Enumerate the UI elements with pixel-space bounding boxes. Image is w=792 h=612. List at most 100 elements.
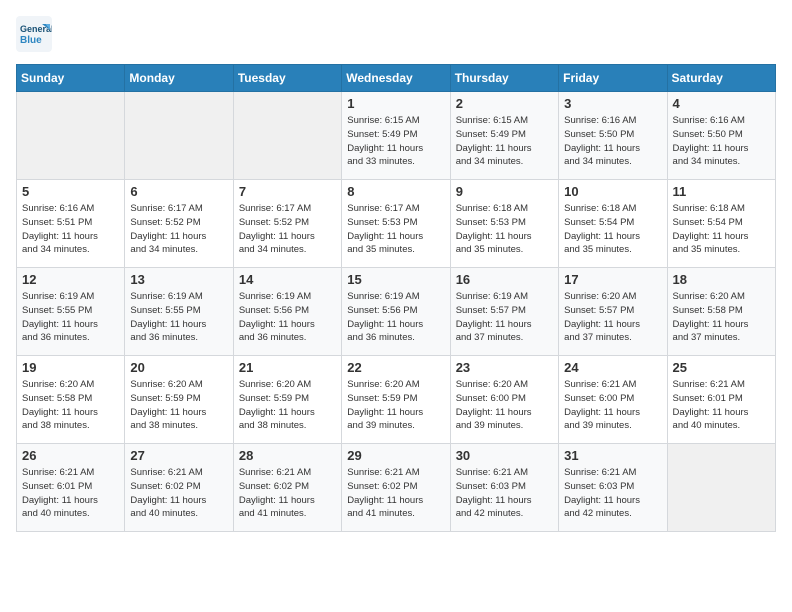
day-info: Sunrise: 6:21 AM Sunset: 6:02 PM Dayligh… — [347, 466, 444, 521]
calendar-cell — [667, 444, 775, 532]
calendar-week-row: 5 Sunrise: 6:16 AM Sunset: 5:51 PM Daylig… — [17, 180, 776, 268]
calendar-cell: 17Sunrise: 6:20 AM Sunset: 5:57 PM Dayli… — [559, 268, 667, 356]
calendar-cell: 6 Sunrise: 6:17 AM Sunset: 5:52 PM Daylig… — [125, 180, 233, 268]
day-number: 19 — [22, 360, 119, 375]
calendar-cell — [233, 92, 341, 180]
day-number: 10 — [564, 184, 661, 199]
day-number: 17 — [564, 272, 661, 287]
calendar-cell: 1 Sunrise: 6:15 AM Sunset: 5:49 PM Daylig… — [342, 92, 450, 180]
day-number: 8 — [347, 184, 444, 199]
day-info: Sunrise: 6:17 AM Sunset: 5:52 PM Dayligh… — [239, 202, 336, 257]
weekday-header: Monday — [125, 65, 233, 92]
day-info: Sunrise: 6:18 AM Sunset: 5:54 PM Dayligh… — [564, 202, 661, 257]
calendar-cell: 24 Sunrise: 6:21 AM Sunset: 6:00 PM Dayli… — [559, 356, 667, 444]
calendar-week-row: 12Sunrise: 6:19 AM Sunset: 5:55 PM Dayli… — [17, 268, 776, 356]
day-info: Sunrise: 6:20 AM Sunset: 5:58 PM Dayligh… — [22, 378, 119, 433]
calendar-cell: 16Sunrise: 6:19 AM Sunset: 5:57 PM Dayli… — [450, 268, 558, 356]
calendar-cell: 25Sunrise: 6:21 AM Sunset: 6:01 PM Dayli… — [667, 356, 775, 444]
calendar-cell: 20 Sunrise: 6:20 AM Sunset: 5:59 PM Dayli… — [125, 356, 233, 444]
day-number: 28 — [239, 448, 336, 463]
page-header: General Blue — [16, 16, 776, 52]
day-info: Sunrise: 6:20 AM Sunset: 5:59 PM Dayligh… — [130, 378, 227, 433]
day-info: Sunrise: 6:20 AM Sunset: 5:58 PM Dayligh… — [673, 290, 770, 345]
weekday-header: Wednesday — [342, 65, 450, 92]
weekday-header: Friday — [559, 65, 667, 92]
day-info: Sunrise: 6:20 AM Sunset: 6:00 PM Dayligh… — [456, 378, 553, 433]
day-info: Sunrise: 6:20 AM Sunset: 5:59 PM Dayligh… — [347, 378, 444, 433]
day-number: 6 — [130, 184, 227, 199]
calendar-table: SundayMondayTuesdayWednesdayThursdayFrid… — [16, 64, 776, 532]
day-number: 15 — [347, 272, 444, 287]
day-info: Sunrise: 6:21 AM Sunset: 6:01 PM Dayligh… — [22, 466, 119, 521]
day-info: Sunrise: 6:19 AM Sunset: 5:56 PM Dayligh… — [239, 290, 336, 345]
calendar-cell: 19 Sunrise: 6:20 AM Sunset: 5:58 PM Dayli… — [17, 356, 125, 444]
day-number: 21 — [239, 360, 336, 375]
logo-icon: General Blue — [16, 16, 52, 52]
weekday-header: Saturday — [667, 65, 775, 92]
day-info: Sunrise: 6:21 AM Sunset: 6:03 PM Dayligh… — [456, 466, 553, 521]
calendar-cell: 15 Sunrise: 6:19 AM Sunset: 5:56 PM Dayli… — [342, 268, 450, 356]
day-info: Sunrise: 6:16 AM Sunset: 5:50 PM Dayligh… — [673, 114, 770, 169]
day-info: Sunrise: 6:21 AM Sunset: 6:03 PM Dayligh… — [564, 466, 661, 521]
day-info: Sunrise: 6:16 AM Sunset: 5:50 PM Dayligh… — [564, 114, 661, 169]
calendar-cell: 31 Sunrise: 6:21 AM Sunset: 6:03 PM Dayli… — [559, 444, 667, 532]
calendar-cell: 29 Sunrise: 6:21 AM Sunset: 6:02 PM Dayli… — [342, 444, 450, 532]
day-info: Sunrise: 6:15 AM Sunset: 5:49 PM Dayligh… — [456, 114, 553, 169]
svg-text:Blue: Blue — [20, 35, 42, 46]
day-number: 24 — [564, 360, 661, 375]
calendar-cell: 11Sunrise: 6:18 AM Sunset: 5:54 PM Dayli… — [667, 180, 775, 268]
calendar-cell: 18Sunrise: 6:20 AM Sunset: 5:58 PM Dayli… — [667, 268, 775, 356]
day-number: 4 — [673, 96, 770, 111]
day-number: 9 — [456, 184, 553, 199]
day-info: Sunrise: 6:16 AM Sunset: 5:51 PM Dayligh… — [22, 202, 119, 257]
day-number: 5 — [22, 184, 119, 199]
calendar-cell: 14 Sunrise: 6:19 AM Sunset: 5:56 PM Dayli… — [233, 268, 341, 356]
calendar-cell: 23 Sunrise: 6:20 AM Sunset: 6:00 PM Dayli… — [450, 356, 558, 444]
day-number: 22 — [347, 360, 444, 375]
calendar-cell: 9 Sunrise: 6:18 AM Sunset: 5:53 PM Daylig… — [450, 180, 558, 268]
day-info: Sunrise: 6:19 AM Sunset: 5:57 PM Dayligh… — [456, 290, 553, 345]
day-number: 13 — [130, 272, 227, 287]
calendar-cell: 3Sunrise: 6:16 AM Sunset: 5:50 PM Daylig… — [559, 92, 667, 180]
calendar-cell: 28 Sunrise: 6:21 AM Sunset: 6:02 PM Dayli… — [233, 444, 341, 532]
day-info: Sunrise: 6:17 AM Sunset: 5:53 PM Dayligh… — [347, 202, 444, 257]
calendar-cell: 2 Sunrise: 6:15 AM Sunset: 5:49 PM Daylig… — [450, 92, 558, 180]
day-number: 27 — [130, 448, 227, 463]
calendar-cell: 21 Sunrise: 6:20 AM Sunset: 5:59 PM Dayli… — [233, 356, 341, 444]
weekday-header: Tuesday — [233, 65, 341, 92]
day-info: Sunrise: 6:21 AM Sunset: 6:02 PM Dayligh… — [239, 466, 336, 521]
day-number: 29 — [347, 448, 444, 463]
calendar-cell: 5 Sunrise: 6:16 AM Sunset: 5:51 PM Daylig… — [17, 180, 125, 268]
calendar-cell: 12Sunrise: 6:19 AM Sunset: 5:55 PM Dayli… — [17, 268, 125, 356]
day-number: 23 — [456, 360, 553, 375]
day-number: 1 — [347, 96, 444, 111]
calendar-cell: 7 Sunrise: 6:17 AM Sunset: 5:52 PM Daylig… — [233, 180, 341, 268]
calendar-week-row: 19 Sunrise: 6:20 AM Sunset: 5:58 PM Dayli… — [17, 356, 776, 444]
day-info: Sunrise: 6:17 AM Sunset: 5:52 PM Dayligh… — [130, 202, 227, 257]
day-info: Sunrise: 6:19 AM Sunset: 5:55 PM Dayligh… — [22, 290, 119, 345]
day-number: 14 — [239, 272, 336, 287]
day-number: 30 — [456, 448, 553, 463]
day-number: 31 — [564, 448, 661, 463]
calendar-cell: 26Sunrise: 6:21 AM Sunset: 6:01 PM Dayli… — [17, 444, 125, 532]
day-info: Sunrise: 6:20 AM Sunset: 5:59 PM Dayligh… — [239, 378, 336, 433]
day-info: Sunrise: 6:19 AM Sunset: 5:55 PM Dayligh… — [130, 290, 227, 345]
day-number: 2 — [456, 96, 553, 111]
day-info: Sunrise: 6:21 AM Sunset: 6:02 PM Dayligh… — [130, 466, 227, 521]
day-info: Sunrise: 6:21 AM Sunset: 6:01 PM Dayligh… — [673, 378, 770, 433]
calendar-cell: 13 Sunrise: 6:19 AM Sunset: 5:55 PM Dayli… — [125, 268, 233, 356]
day-number: 7 — [239, 184, 336, 199]
weekday-header: Thursday — [450, 65, 558, 92]
calendar-body: 1 Sunrise: 6:15 AM Sunset: 5:49 PM Daylig… — [17, 92, 776, 532]
day-number: 11 — [673, 184, 770, 199]
day-info: Sunrise: 6:15 AM Sunset: 5:49 PM Dayligh… — [347, 114, 444, 169]
day-info: Sunrise: 6:19 AM Sunset: 5:56 PM Dayligh… — [347, 290, 444, 345]
day-number: 20 — [130, 360, 227, 375]
calendar-cell — [125, 92, 233, 180]
calendar-cell: 8 Sunrise: 6:17 AM Sunset: 5:53 PM Daylig… — [342, 180, 450, 268]
day-info: Sunrise: 6:18 AM Sunset: 5:53 PM Dayligh… — [456, 202, 553, 257]
calendar-header: SundayMondayTuesdayWednesdayThursdayFrid… — [17, 65, 776, 92]
logo: General Blue — [16, 16, 56, 52]
calendar-cell: 4 Sunrise: 6:16 AM Sunset: 5:50 PM Daylig… — [667, 92, 775, 180]
day-info: Sunrise: 6:21 AM Sunset: 6:00 PM Dayligh… — [564, 378, 661, 433]
